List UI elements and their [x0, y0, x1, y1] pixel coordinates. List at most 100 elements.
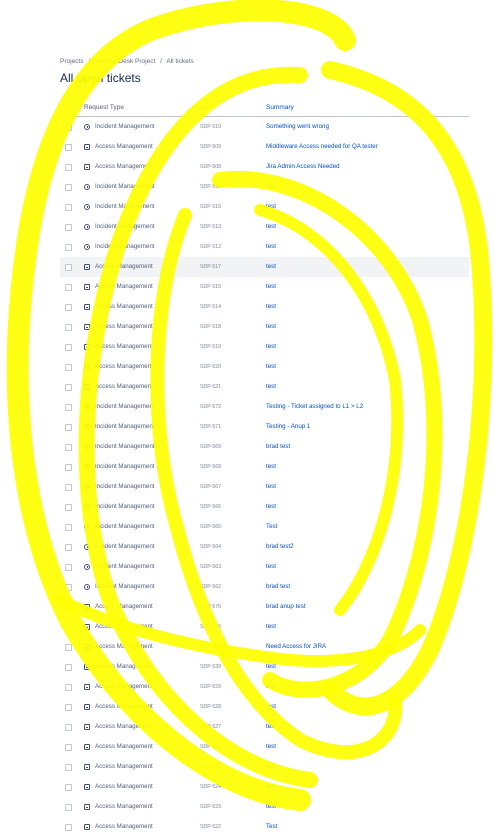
table-row[interactable]: Access Management SDP-508 Jira Admin Acces…	[60, 157, 469, 177]
table-row[interactable]: Incident Management SDP-565 Test	[60, 517, 469, 537]
ticket-key-link[interactable]: SDP-522	[200, 817, 221, 837]
row-checkbox[interactable]	[65, 644, 72, 651]
ticket-key-link[interactable]: SDP-539	[200, 657, 221, 677]
ticket-key-link[interactable]: SDP-566	[200, 497, 221, 517]
ticket-summary-link[interactable]: test	[266, 337, 276, 357]
table-row[interactable]: Incident Management SDP-569 brad test	[60, 437, 469, 457]
ticket-summary-link[interactable]: test	[266, 757, 276, 777]
ticket-key-link[interactable]: SDP-568	[200, 457, 221, 477]
ticket-summary-link[interactable]: test	[266, 237, 276, 257]
ticket-summary-link[interactable]: test	[266, 297, 276, 317]
row-checkbox[interactable]	[65, 744, 72, 751]
table-row[interactable]: Incident Management SDP-513 test	[60, 217, 469, 237]
ticket-summary-link[interactable]: test	[266, 717, 276, 737]
row-checkbox[interactable]	[65, 164, 72, 171]
ticket-summary-link[interactable]: Test	[266, 817, 277, 837]
row-checkbox[interactable]	[65, 304, 72, 311]
ticket-summary-link[interactable]: test	[266, 617, 276, 637]
ticket-key-link[interactable]: SDP-523	[200, 797, 221, 817]
ticket-key-link[interactable]: SDP-526	[200, 737, 221, 757]
ticket-summary-link[interactable]: Middleware Access needed for QA tester	[266, 137, 378, 157]
ticket-summary-link[interactable]: test	[266, 737, 276, 757]
ticket-key-link[interactable]: SDP-512	[200, 237, 221, 257]
table-row[interactable]: Access Management SDP-523 test	[60, 797, 469, 817]
row-checkbox[interactable]	[65, 284, 72, 291]
table-row[interactable]: Access Management SDP-528 test	[60, 697, 469, 717]
row-checkbox[interactable]	[65, 604, 72, 611]
ticket-key-link[interactable]: SDP-509	[200, 137, 221, 157]
ticket-summary-link[interactable]: test	[266, 357, 276, 377]
ticket-key-link[interactable]: SDP-527	[200, 717, 221, 737]
breadcrumb-project[interactable]: Service Desk Project	[95, 58, 155, 65]
row-checkbox[interactable]	[65, 784, 72, 791]
table-row[interactable]: Access Management SDP-520 test	[60, 357, 469, 377]
table-row[interactable]: Incident Management SDP-566 test	[60, 497, 469, 517]
row-checkbox[interactable]	[65, 624, 72, 631]
table-row[interactable]: Incident Management SDP-564 brad test2	[60, 537, 469, 557]
breadcrumb-projects[interactable]: Projects	[60, 58, 83, 65]
breadcrumb-current[interactable]: All tickets	[166, 58, 193, 65]
ticket-key-link[interactable]: SDP-511	[200, 177, 221, 197]
table-row[interactable]: Access Management SDP-548 Need Access for …	[60, 637, 469, 657]
table-row[interactable]: Incident Management SDP-572 Testing - Tick…	[60, 397, 469, 417]
column-header-summary[interactable]: Summary	[266, 100, 294, 116]
row-checkbox[interactable]	[65, 404, 72, 411]
ticket-summary-link[interactable]: test	[266, 657, 276, 677]
ticket-key-link[interactable]: SDP-569	[200, 437, 221, 457]
ticket-summary-link[interactable]: test	[266, 257, 276, 277]
ticket-key-link[interactable]: SDP-515	[200, 277, 221, 297]
ticket-summary-link[interactable]: test	[266, 277, 276, 297]
ticket-summary-link[interactable]: Something went wrong	[266, 117, 329, 137]
ticket-summary-link[interactable]: Need Access for JIRA	[266, 637, 326, 657]
ticket-summary-link[interactable]: test	[266, 697, 276, 717]
ticket-summary-link[interactable]: Jira Admin Access Needed	[266, 157, 340, 177]
table-row[interactable]: Access Management SDP-515 test	[60, 277, 469, 297]
row-checkbox[interactable]	[65, 664, 72, 671]
select-all-checkbox[interactable]	[65, 104, 72, 111]
ticket-summary-link[interactable]: test	[266, 557, 276, 577]
table-row[interactable]: Access Management SDP-509 Middleware Acces…	[60, 137, 469, 157]
table-row[interactable]: Access Management SDP-521 test	[60, 377, 469, 397]
row-checkbox[interactable]	[65, 704, 72, 711]
table-row[interactable]: Access Management SDP-570 brad anup test	[60, 597, 469, 617]
column-header-key[interactable]: Key	[200, 100, 209, 116]
row-checkbox[interactable]	[65, 224, 72, 231]
row-checkbox[interactable]	[65, 124, 72, 131]
ticket-key-link[interactable]: SDP-513	[200, 217, 221, 237]
table-row[interactable]: Access Management SDP-556 test	[60, 617, 469, 637]
ticket-key-link[interactable]: SDP-525	[200, 757, 221, 777]
row-checkbox[interactable]	[65, 204, 72, 211]
table-row[interactable]: Incident Management SDP-511 test	[60, 177, 469, 197]
ticket-key-link[interactable]: SDP-524	[200, 777, 221, 797]
ticket-summary-link[interactable]: Testing - Ticket assigned to L1 > L2	[266, 397, 363, 417]
table-row[interactable]: Access Management SDP-524 test	[60, 777, 469, 797]
column-header-request-type[interactable]: Request Type	[84, 100, 124, 116]
ticket-summary-link[interactable]: test	[266, 497, 276, 517]
ticket-summary-link[interactable]: brad test2	[266, 537, 294, 557]
ticket-key-link[interactable]: SDP-563	[200, 557, 221, 577]
ticket-key-link[interactable]: SDP-516	[200, 197, 221, 217]
table-row[interactable]: Access Management SDP-539 test	[60, 657, 469, 677]
row-checkbox[interactable]	[65, 804, 72, 811]
row-checkbox[interactable]	[65, 504, 72, 511]
ticket-key-link[interactable]: SDP-556	[200, 617, 221, 637]
row-checkbox[interactable]	[65, 184, 72, 191]
ticket-key-link[interactable]: SDP-508	[200, 157, 221, 177]
row-checkbox[interactable]	[65, 424, 72, 431]
row-checkbox[interactable]	[65, 264, 72, 271]
ticket-summary-link[interactable]: brad test	[266, 577, 290, 597]
row-checkbox[interactable]	[65, 384, 72, 391]
ticket-summary-link[interactable]: test	[266, 797, 276, 817]
ticket-key-link[interactable]: SDP-572	[200, 397, 221, 417]
ticket-summary-link[interactable]: test	[266, 377, 276, 397]
ticket-summary-link[interactable]: Test	[266, 517, 277, 537]
ticket-key-link[interactable]: SDP-521	[200, 377, 221, 397]
ticket-key-link[interactable]: SDP-520	[200, 357, 221, 377]
ticket-summary-link[interactable]: test	[266, 777, 276, 797]
ticket-key-link[interactable]: SDP-567	[200, 477, 221, 497]
ticket-key-link[interactable]: SDP-562	[200, 577, 221, 597]
ticket-summary-link[interactable]: test	[266, 197, 276, 217]
row-checkbox[interactable]	[65, 324, 72, 331]
ticket-summary-link[interactable]: test	[266, 317, 276, 337]
row-checkbox[interactable]	[65, 584, 72, 591]
